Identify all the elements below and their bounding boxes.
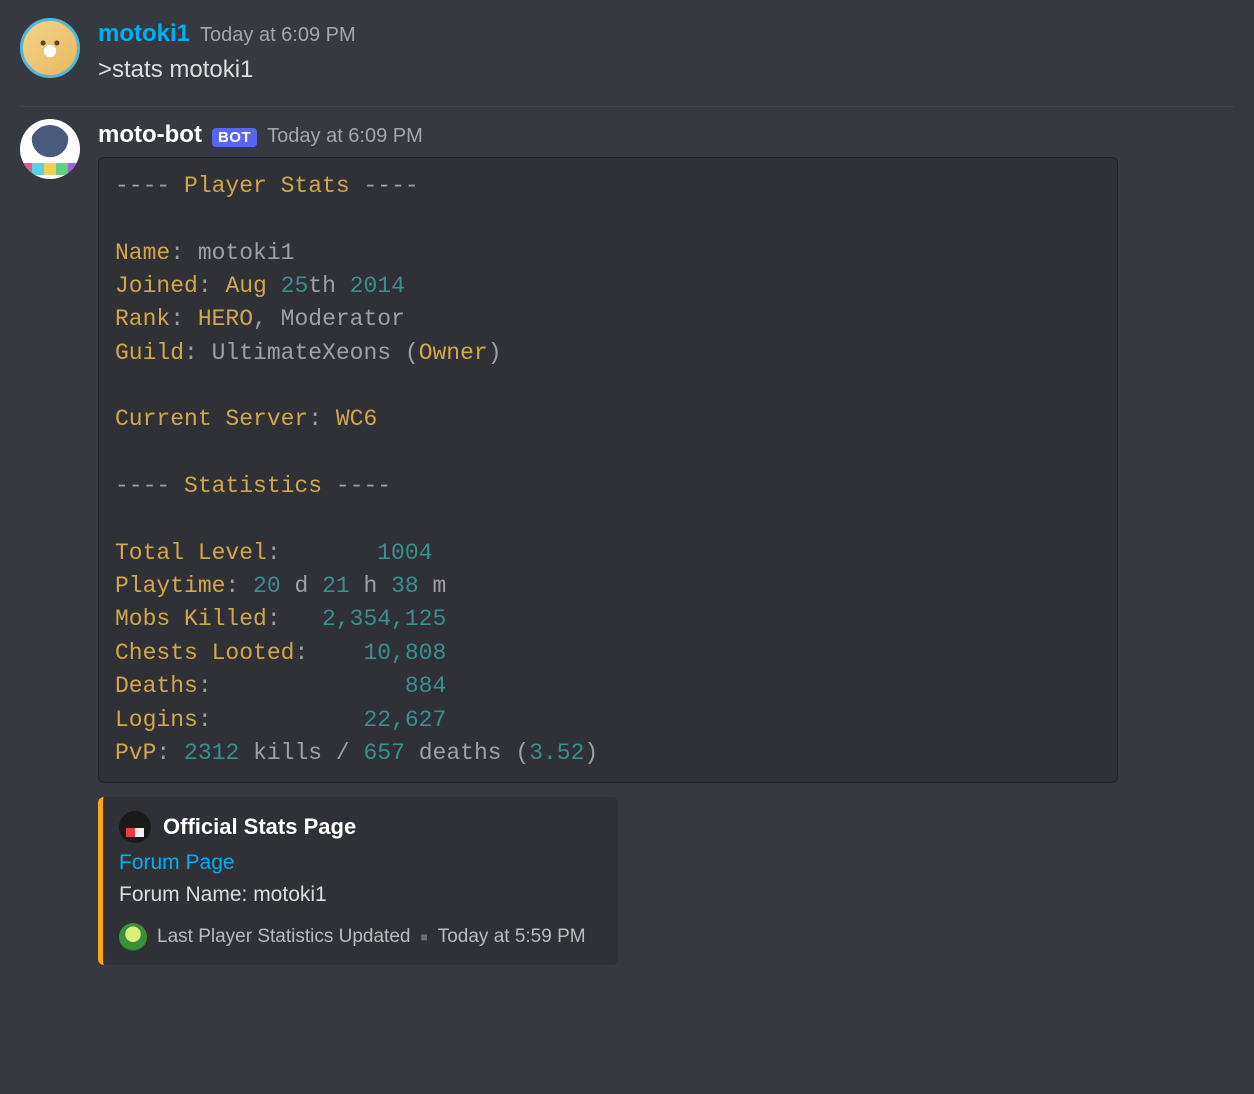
message-text: >stats motoki1 [98,52,1234,88]
embed-footer-icon [119,923,147,951]
message-timestamp: Today at 6:09 PM [200,24,356,47]
message-timestamp: Today at 6:09 PM [267,125,423,148]
user-message: motoki1 Today at 6:09 PM >stats motoki1 [0,0,1254,92]
forum-page-link[interactable]: Forum Page [119,851,600,875]
bot-message: moto-bot BOT Today at 6:09 PM ---- ---- … [0,107,1254,969]
embed-title[interactable]: Official Stats Page [163,814,356,840]
stats-embed: Official Stats Page Forum Page Forum Nam… [98,797,618,965]
avatar[interactable] [20,18,80,78]
embed-author-icon [119,811,151,843]
embed-description: Forum Name: motoki1 [119,883,600,907]
username[interactable]: moto-bot [98,121,202,149]
bot-badge: BOT [212,128,257,147]
stats-codeblock[interactable]: ---- ---- Player Stats ----Player Stats … [98,157,1118,783]
dot-separator-icon: ■ [420,930,427,944]
embed-footer-text: Last Player Statistics Updated [157,926,410,948]
username[interactable]: motoki1 [98,20,190,48]
embed-footer-timestamp: Today at 5:59 PM [438,926,586,948]
avatar[interactable] [20,119,80,179]
